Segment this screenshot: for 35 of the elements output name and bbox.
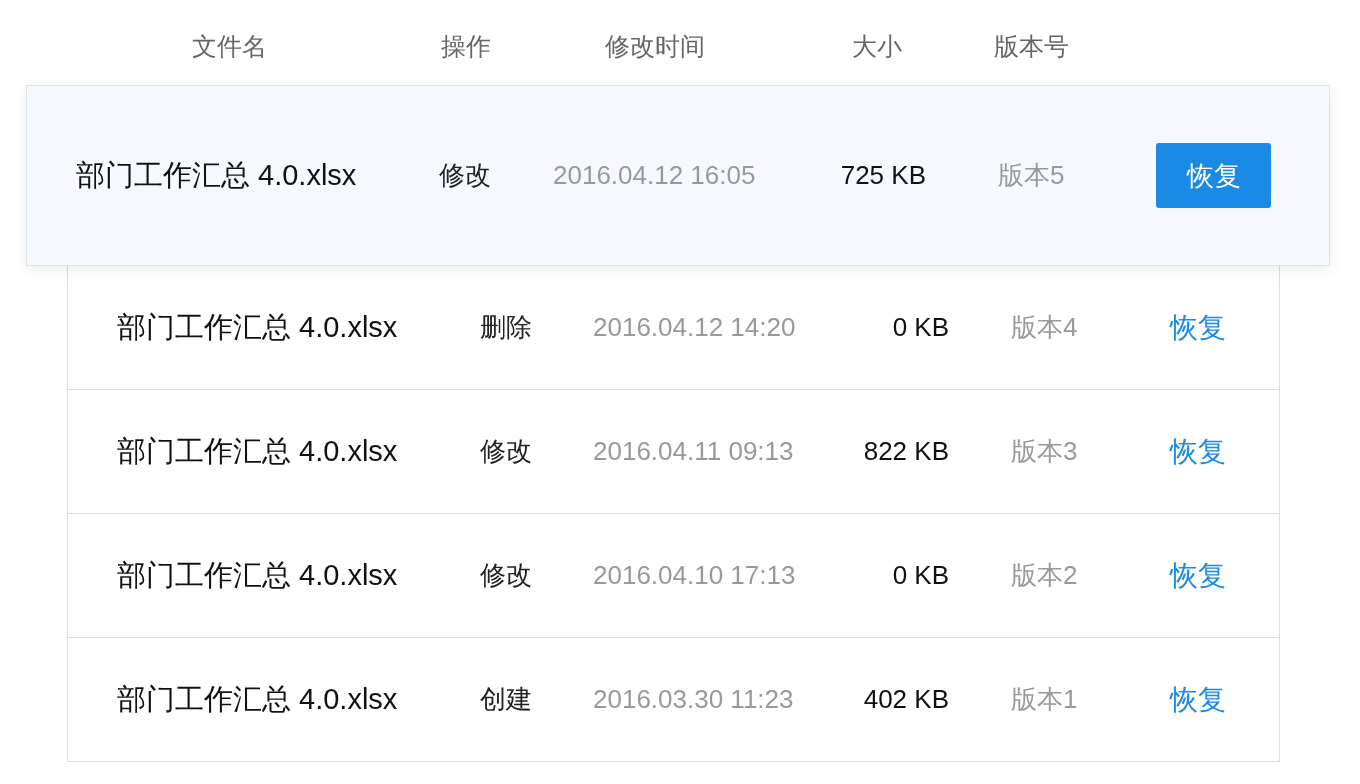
- file-name: 部门工作汇总 4.0.xlsx: [117, 433, 399, 469]
- version-text: 版本2: [1011, 559, 1079, 592]
- modified-time: 2016.04.12 16:05: [553, 160, 757, 191]
- version-text: 版本1: [1011, 683, 1079, 716]
- operation-text: 修改: [480, 559, 533, 592]
- file-size: 0 KB: [891, 560, 949, 591]
- restore-link[interactable]: 恢复: [1170, 683, 1226, 715]
- restore-button[interactable]: 恢复: [1156, 143, 1271, 208]
- column-header: 操作: [441, 31, 492, 62]
- modified-time: 2016.04.12 14:20: [593, 312, 797, 343]
- restore-link[interactable]: 恢复: [1170, 559, 1226, 591]
- modified-time: 2016.04.10 17:13: [593, 560, 797, 591]
- operation-text: 修改: [439, 159, 492, 192]
- file-size: 0 KB: [891, 312, 949, 343]
- file-size: 822 KB: [862, 436, 949, 467]
- version-text: 版本4: [1011, 311, 1079, 344]
- file-name: 部门工作汇总 4.0.xlsx: [117, 681, 399, 717]
- column-header: 版本号: [994, 31, 1070, 62]
- operation-text: 删除: [480, 311, 533, 344]
- column-header: 修改时间: [605, 31, 706, 62]
- file-name: 部门工作汇总 4.0.xlsx: [117, 557, 399, 593]
- file-size: 402 KB: [862, 684, 949, 715]
- restore-link[interactable]: 恢复: [1170, 311, 1226, 343]
- version-text: 版本5: [998, 159, 1066, 192]
- modified-time: 2016.03.30 11:23: [593, 684, 795, 715]
- operation-text: 创建: [480, 683, 533, 716]
- column-header: 大小: [852, 31, 903, 62]
- file-name: 部门工作汇总 4.0.xlsx: [76, 157, 358, 193]
- modified-time: 2016.04.11 09:13: [593, 436, 795, 467]
- operation-text: 修改: [480, 435, 533, 468]
- restore-link[interactable]: 恢复: [1170, 435, 1226, 467]
- version-text: 版本3: [1011, 435, 1079, 468]
- file-name: 部门工作汇总 4.0.xlsx: [117, 309, 399, 345]
- column-header: 文件名: [192, 31, 268, 62]
- file-size: 725 KB: [839, 160, 926, 191]
